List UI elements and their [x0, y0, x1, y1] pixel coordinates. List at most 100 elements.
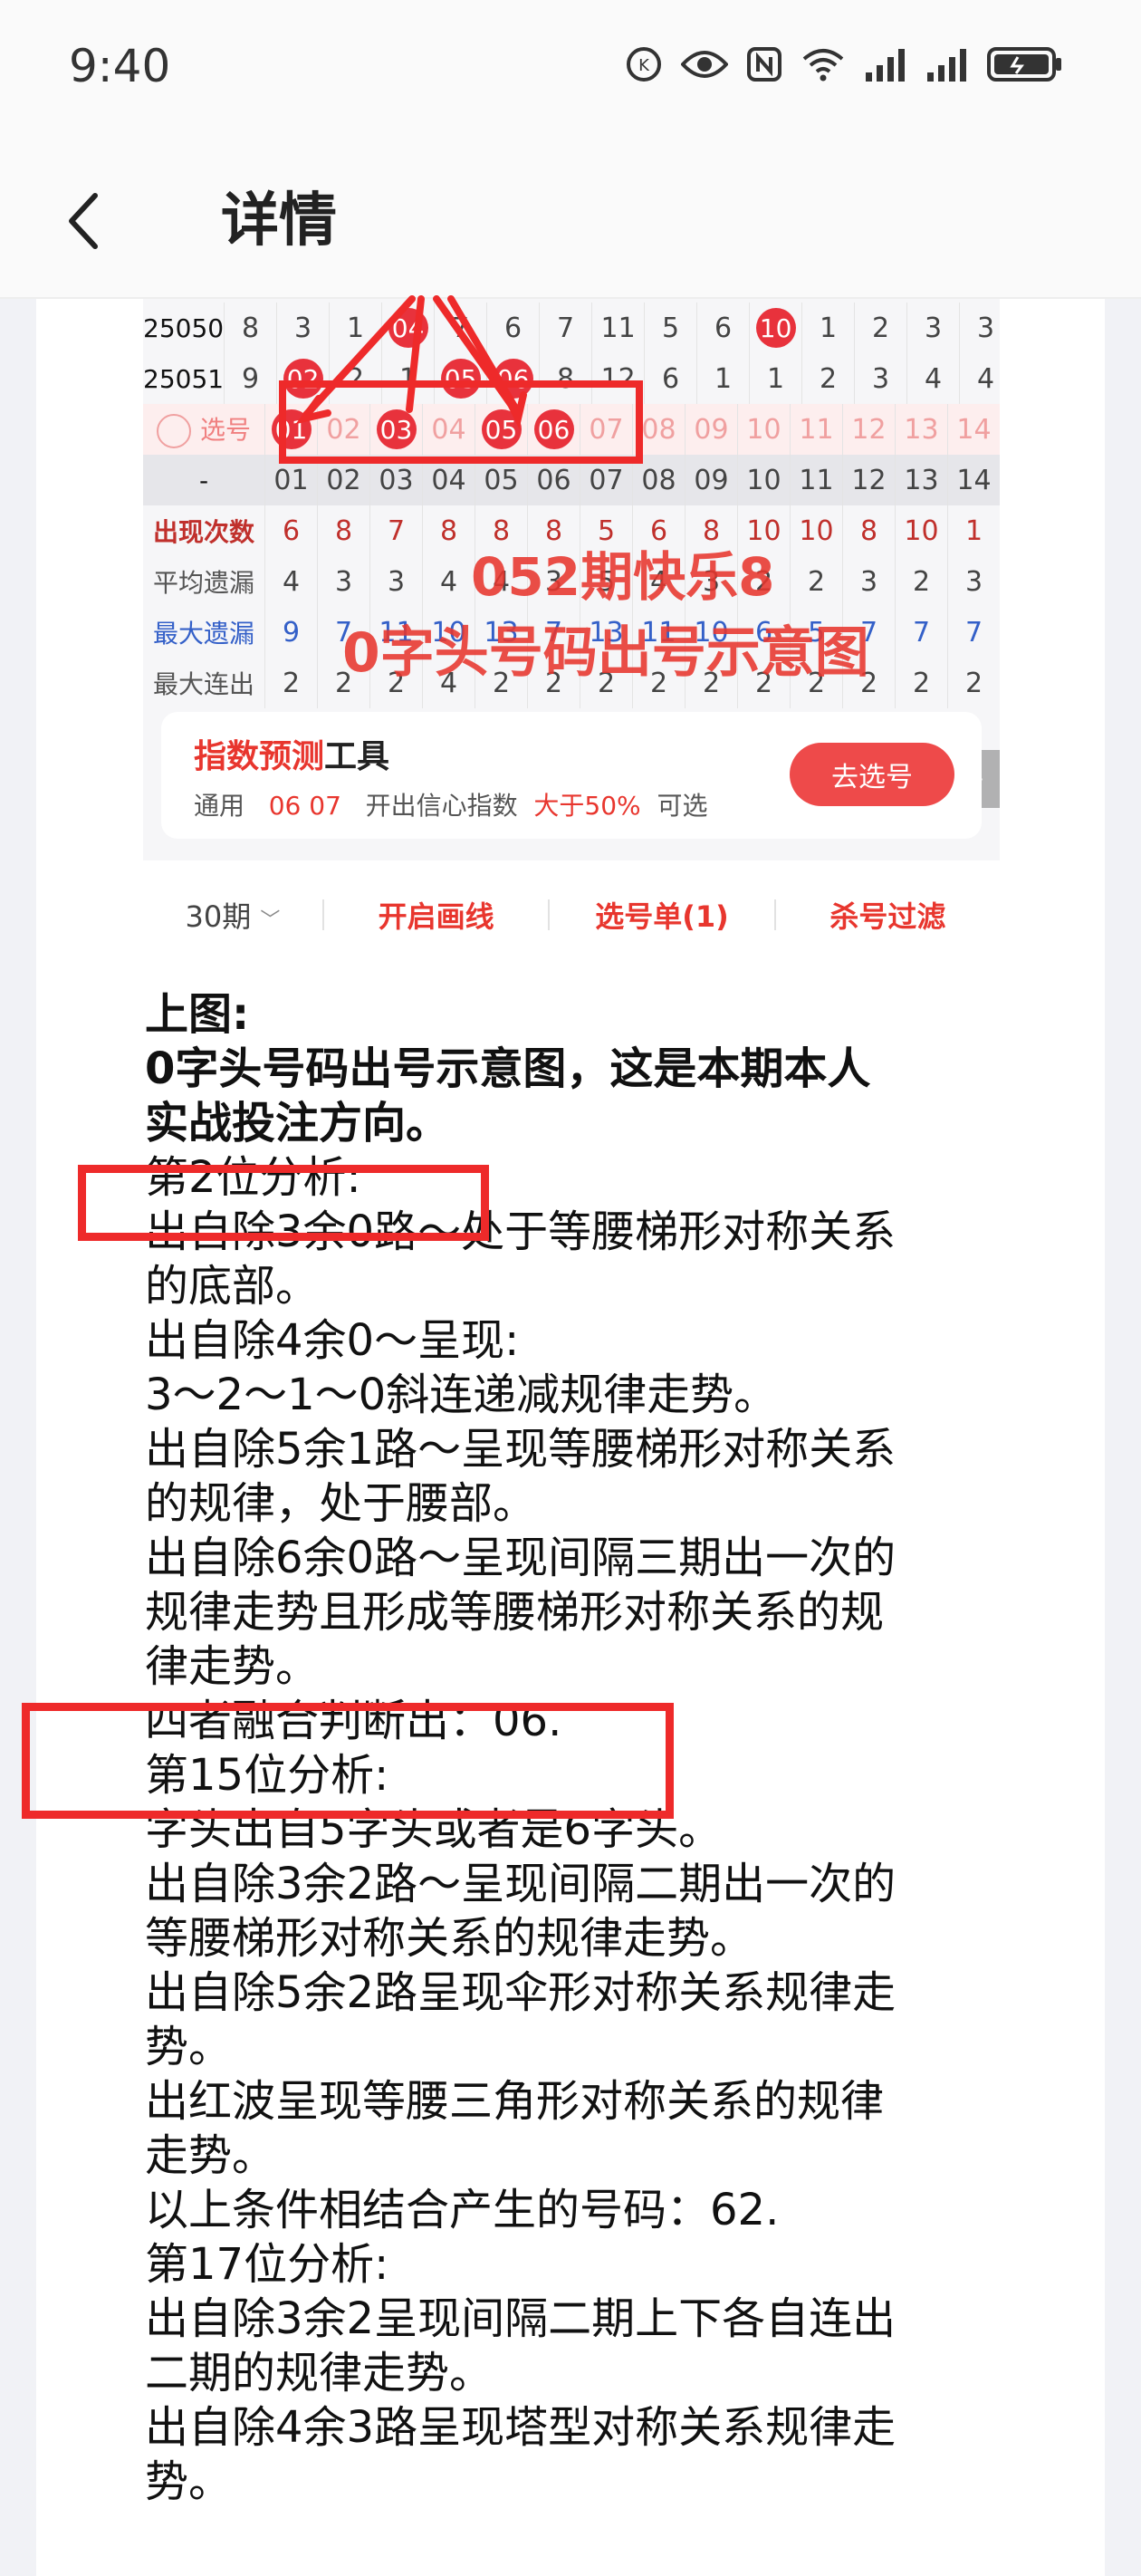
table-cell: 10 — [749, 303, 801, 353]
page-margin-right — [1105, 299, 1141, 2576]
table-cell: 1 — [381, 353, 434, 404]
table-cell[interactable]: 02 — [317, 404, 369, 455]
table-cell: 6 — [486, 303, 539, 353]
overlay-title-line1: 052期快乐8 — [471, 546, 775, 608]
number-ball: 04 — [388, 308, 428, 348]
table-cell[interactable]: 01 — [264, 404, 317, 455]
tool-title: 指数预测工具 — [194, 738, 390, 775]
table-cell[interactable]: 13 — [895, 404, 947, 455]
chevron-left-icon — [69, 193, 98, 249]
article-line: 势。 — [145, 2022, 233, 2072]
back-button[interactable] — [42, 176, 123, 266]
row-label: 最大遗漏 — [152, 619, 254, 649]
wifi-icon — [802, 49, 844, 82]
table-cell: 7 — [369, 505, 422, 556]
eye-icon — [681, 51, 728, 78]
table-cell: 3 — [959, 303, 1000, 353]
article-line: 走势。 — [145, 2130, 276, 2181]
table-cell[interactable]: 08 — [632, 404, 685, 455]
table-cell: 1 — [801, 303, 854, 353]
article-line: 出自除4余0～呈现: — [145, 1315, 520, 1366]
number-ball: 06 — [533, 409, 574, 449]
kill-filter-button[interactable]: 杀号过滤 — [776, 894, 1000, 936]
article-line: 实战投注方向。 — [145, 1098, 450, 1149]
table-cell: 4 — [959, 353, 1000, 404]
table-cell: 7 — [434, 303, 486, 353]
table-cell: 06 — [486, 353, 539, 404]
table-cell: 05 — [434, 353, 486, 404]
article-line: 出自除3余2呈现间隔二期上下各自连出 — [145, 2293, 896, 2344]
table-cell: 10 — [790, 505, 842, 556]
table-cell: 7 — [947, 607, 1000, 658]
table-cell[interactable]: 09 — [685, 404, 737, 455]
table-cell: 3 — [369, 556, 422, 607]
chevron-down-icon: ﹀ — [260, 909, 281, 932]
status-bar: 9:40 K — [0, 0, 1141, 145]
row-label: 平均遗漏 — [152, 568, 254, 598]
table-cell: 11 — [790, 455, 842, 505]
table-cell[interactable]: 11 — [790, 404, 842, 455]
table-cell: 14 — [947, 455, 1000, 505]
battery-icon — [987, 47, 1061, 82]
number-ball: 10 — [755, 308, 796, 348]
period-select[interactable]: 30期 ﹀ — [143, 894, 322, 936]
table-cell: 10 — [895, 505, 947, 556]
table-cell: 10 — [737, 455, 790, 505]
table-row: 25051 9 02 2 1 05 06 8 12 6 1 1 2 3 4 4 — [143, 353, 1000, 404]
table-cell[interactable]: 05 — [475, 404, 527, 455]
table-cell: 4 — [264, 556, 317, 607]
table-cell: 04 — [422, 455, 475, 505]
page-title: 详情 — [221, 187, 337, 255]
row-label: 选号 — [143, 410, 264, 448]
page-margin-left — [0, 299, 36, 2576]
table-cell: 04 — [381, 303, 434, 353]
row-label: - — [198, 465, 209, 495]
article-line: 的底部。 — [145, 1261, 320, 1312]
article-line: 以上条件相结合产生的号码：62. — [145, 2185, 780, 2235]
table-cell: 12 — [842, 455, 895, 505]
table-cell: 7 — [895, 607, 947, 658]
article-line: 出自除5余2路呈现伞形对称关系规律走 — [145, 1967, 896, 2018]
article-line: 出红波呈现等腰三角形对称关系的规律 — [145, 2076, 885, 2127]
table-cell[interactable]: 10 — [737, 404, 790, 455]
table-cell: 3 — [842, 556, 895, 607]
table-cell: 09 — [685, 455, 737, 505]
nav-bar: 详情 — [0, 145, 1141, 299]
number-ball: 01 — [271, 409, 312, 449]
table-cell: 9 — [224, 353, 276, 404]
article-line: 等腰梯形对称关系的规律走势。 — [145, 1913, 754, 1964]
go-pick-button[interactable]: 去选号 — [790, 743, 954, 806]
circle-icon — [156, 414, 191, 448]
table-cell: 2 — [947, 658, 1000, 708]
status-time: 9:40 — [69, 40, 171, 92]
table-cell: 8 — [422, 505, 475, 556]
table-cell[interactable]: 04 — [422, 404, 475, 455]
table-cell[interactable]: 12 — [842, 404, 895, 455]
table-cell: 03 — [369, 455, 422, 505]
signal-icon — [927, 49, 966, 82]
table-cell[interactable]: 07 — [580, 404, 632, 455]
table-cell: 02 — [276, 353, 329, 404]
article-line: 0字头号码出号示意图，这是本期本人 — [145, 1043, 871, 1094]
table-cell[interactable]: 06 — [527, 404, 580, 455]
table-cell: 2 — [895, 658, 947, 708]
article-line: 出自除5余1路～呈现等腰梯形对称关系 — [145, 1424, 896, 1475]
annotation-box — [22, 1703, 674, 1819]
article-line: 3～2～1～0斜连递减规律走势。 — [145, 1370, 778, 1420]
pick-list-button[interactable]: 选号单(1) — [550, 894, 773, 936]
table-cell: 02 — [317, 455, 369, 505]
table-cell: 6 — [644, 353, 696, 404]
table-cell: 01 — [264, 455, 317, 505]
table-cell[interactable]: 14 — [947, 404, 1000, 455]
draw-lines-button[interactable]: 开启画线 — [324, 894, 548, 936]
table-cell[interactable]: 03 — [369, 404, 422, 455]
table-cell: 7 — [539, 303, 591, 353]
table-cell: 2 — [895, 556, 947, 607]
table-cell: 05 — [475, 455, 527, 505]
table-cell: 1 — [696, 353, 749, 404]
table-cell: 3 — [854, 353, 906, 404]
annotation-box — [78, 1165, 489, 1241]
row-label: 出现次数 — [152, 517, 254, 547]
number-ball: 03 — [376, 409, 417, 449]
overlay-title-line2: 0字头号码出号示意图 — [342, 621, 869, 685]
